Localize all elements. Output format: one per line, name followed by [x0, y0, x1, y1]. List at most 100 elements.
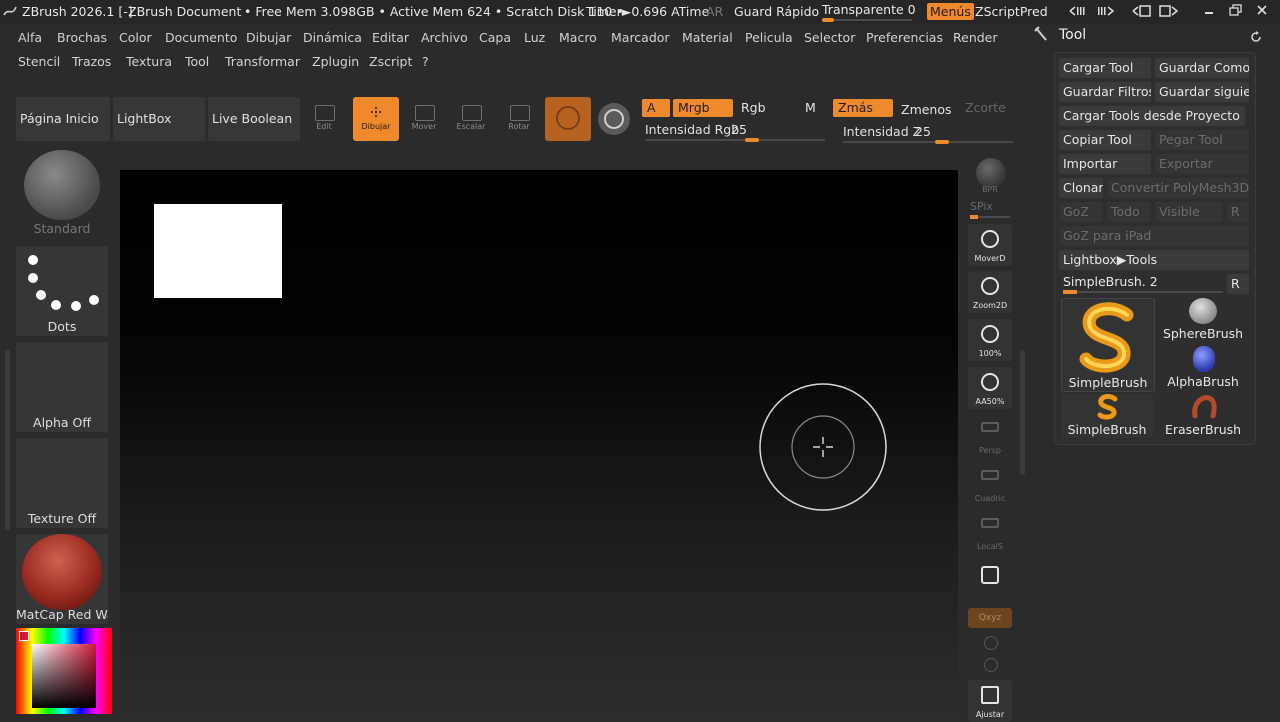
current-simplebrush-thumb[interactable]: SimpleBrush [1061, 298, 1155, 392]
clone-button[interactable]: Clonar [1059, 178, 1103, 198]
menu-item-alfa[interactable]: Alfa [18, 30, 42, 45]
brush-selector[interactable]: Standard [16, 148, 108, 238]
actual-size-button[interactable]: 100% [968, 319, 1012, 361]
live-boolean-button[interactable]: Live Boolean [208, 97, 300, 141]
goz-r-button[interactable]: R [1227, 202, 1249, 222]
paste-tool-button[interactable]: Pegar Tool [1155, 130, 1249, 150]
menu-item-color[interactable]: Color [119, 30, 152, 45]
bpr-button[interactable]: BPR [968, 154, 1012, 196]
layout-next-icon[interactable] [1096, 5, 1116, 20]
convert-polymesh-button[interactable]: Convertir PolyMesh3D [1107, 178, 1249, 198]
spherebrush-thumb[interactable]: SphereBrush [1157, 298, 1249, 342]
menu-item-material[interactable]: Material [682, 30, 733, 45]
minimize-icon[interactable] [1203, 4, 1215, 19]
menu-item-stencil[interactable]: Stencil [18, 54, 60, 69]
xyz-rotate-button[interactable]: Qxyz [968, 608, 1012, 628]
stroke-selector[interactable]: Dots [16, 246, 108, 336]
spix-slider[interactable] [970, 215, 1010, 219]
transparent-slider[interactable]: Transparente 0 [822, 2, 916, 17]
save-filters-button[interactable]: Guardar Filtros [1059, 82, 1151, 102]
goz-all-button[interactable]: Todo [1107, 202, 1151, 222]
alpha-selector[interactable]: Alpha Off [16, 342, 108, 432]
menu-item-textura[interactable]: Textura [126, 54, 172, 69]
close-icon[interactable] [1256, 4, 1268, 19]
window-prev-icon[interactable] [1131, 4, 1153, 21]
aahalf-button[interactable]: AA50% [968, 367, 1012, 409]
tool-r-button[interactable]: R [1227, 274, 1249, 294]
move2d-button[interactable]: MoverD [968, 224, 1012, 266]
save-next-button[interactable]: Guardar siguien [1155, 82, 1249, 102]
rotate-mode-button[interactable]: Rotar [496, 97, 542, 141]
menu-item-zscript[interactable]: Zscript [369, 54, 412, 69]
edit-mode-button[interactable]: Edit [301, 97, 347, 141]
lightbox-tools-button[interactable]: Lightbox▶Tools [1059, 250, 1249, 270]
perspective-button[interactable]: Persp [968, 416, 1012, 458]
layout-prev-icon[interactable] [1068, 5, 1088, 20]
z-intensity-slider[interactable] [843, 140, 1013, 144]
menu-item-tool[interactable]: Tool [185, 54, 209, 69]
menu-item-editar[interactable]: Editar [372, 30, 409, 45]
menu-item-zplugin[interactable]: Zplugin [312, 54, 359, 69]
maximize-icon[interactable] [1229, 4, 1243, 19]
rgb-intensity-slider[interactable] [645, 138, 825, 142]
menu-item-marcador[interactable]: Marcador [611, 30, 670, 45]
copy-tool-button[interactable]: Copiar Tool [1059, 130, 1151, 150]
load-from-project-button[interactable]: Cargar Tools desde Proyecto [1059, 106, 1245, 126]
ar-label[interactable]: AR [706, 4, 723, 19]
left-panel-handle-2[interactable] [5, 440, 10, 530]
material-selector[interactable]: MatCap Red Wax [16, 534, 108, 624]
local-symmetry-button[interactable]: LocalS [968, 512, 1012, 554]
right-panel-collapse-handle[interactable] [1020, 350, 1025, 475]
menu-item-selector[interactable]: Selector [804, 30, 855, 45]
menu-item-brochas[interactable]: Brochas [57, 30, 107, 45]
floor-button[interactable]: Cuadric [968, 464, 1012, 506]
zcut-toggle[interactable]: Zcorte [960, 99, 1016, 117]
document-canvas[interactable] [120, 170, 958, 720]
menu-item-luz[interactable]: Luz [524, 30, 545, 45]
alphabrush-thumb[interactable]: AlphaBrush [1157, 346, 1249, 390]
gyro-button[interactable] [598, 103, 630, 135]
goz-ipad-button[interactable]: GoZ para iPad [1059, 226, 1249, 246]
menu-item-dinamica[interactable]: Dinámica [303, 30, 362, 45]
main-color-swatch[interactable] [19, 631, 29, 641]
scale-mode-button[interactable]: Escalar [448, 97, 494, 141]
draw-mode-button[interactable]: Dibujar [353, 97, 399, 141]
lightbox-button[interactable]: LightBox [113, 97, 205, 141]
zadd-toggle[interactable]: Zmás [833, 99, 893, 117]
material-swatch-button[interactable] [545, 97, 591, 141]
eraserbrush-thumb[interactable]: EraserBrush [1157, 394, 1249, 438]
refresh-icon[interactable] [1249, 29, 1263, 48]
import-button[interactable]: Importar [1059, 154, 1151, 174]
lock-button[interactable] [968, 560, 1012, 602]
m-toggle[interactable]: M [800, 99, 828, 117]
menu-item-documento[interactable]: Documento [165, 30, 237, 45]
goz-visible-button[interactable]: Visible [1155, 202, 1223, 222]
transparent-slider-track[interactable] [822, 18, 912, 22]
rotate-z-icon[interactable] [984, 658, 998, 672]
export-button[interactable]: Exportar [1155, 154, 1249, 174]
menus-toggle[interactable]: Menús [927, 3, 974, 20]
a-toggle[interactable]: A [642, 99, 670, 117]
mrgb-toggle[interactable]: Mrgb [673, 99, 733, 117]
menu-item-render[interactable]: Render [953, 30, 998, 45]
quicksave-button[interactable]: Guard Rápido [734, 4, 819, 19]
load-tool-button[interactable]: Cargar Tool [1059, 58, 1151, 78]
menu-item-macro[interactable]: Macro [559, 30, 597, 45]
zsub-toggle[interactable]: Zmenos [896, 101, 956, 119]
spix-label[interactable]: SPix [970, 200, 993, 213]
menu-item-preferencias[interactable]: Preferencias [866, 30, 943, 45]
frame-button[interactable]: Ajustar [968, 680, 1012, 722]
move-mode-button[interactable]: Mover [401, 97, 447, 141]
goz-button[interactable]: GoZ [1059, 202, 1103, 222]
menu-item-archivo[interactable]: Archivo [421, 30, 468, 45]
menu-item-pelicula[interactable]: Pelicula [745, 30, 793, 45]
simplebrush-small-thumb[interactable]: SimpleBrush [1061, 394, 1153, 438]
save-as-button[interactable]: Guardar Como [1155, 58, 1249, 78]
zoom2d-button[interactable]: Zoom2D [968, 271, 1012, 313]
zscript-pred-button[interactable]: ZScriptPred [975, 4, 1048, 19]
menu-item-dibujar[interactable]: Dibujar [246, 30, 291, 45]
texture-selector[interactable]: Texture Off [16, 438, 108, 528]
menu-item-help[interactable]: ? [422, 54, 429, 69]
menu-item-capa[interactable]: Capa [479, 30, 511, 45]
window-next-icon[interactable] [1158, 4, 1180, 21]
